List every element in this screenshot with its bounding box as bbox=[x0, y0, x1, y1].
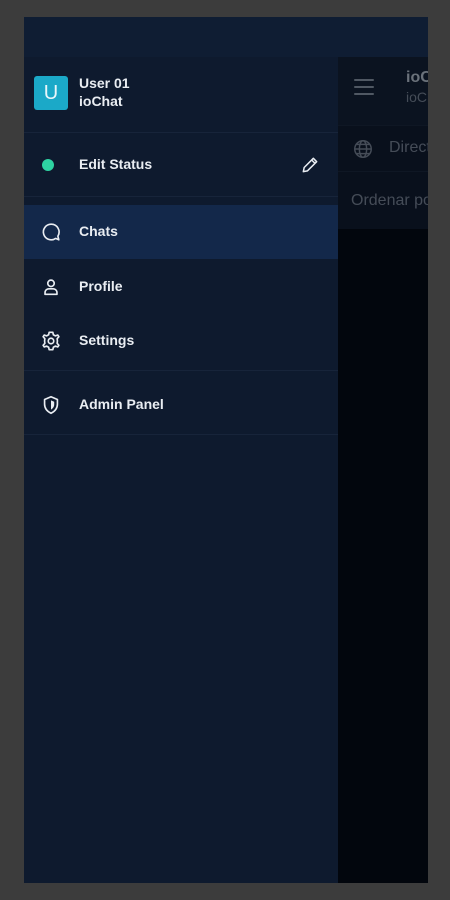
nav-label-profile: Profile bbox=[79, 278, 123, 294]
person-icon bbox=[44, 279, 58, 296]
nav-item-admin-panel[interactable]: Admin Panel bbox=[24, 378, 338, 432]
shield-icon bbox=[43, 395, 59, 415]
app-name: ioChat bbox=[79, 93, 123, 109]
navigation-drawer: U User 01 ioChat Edit Status Chats Profi… bbox=[24, 57, 338, 883]
nav-label-chats: Chats bbox=[79, 223, 118, 239]
nav-label-settings: Settings bbox=[79, 332, 135, 348]
pencil-icon[interactable] bbox=[300, 155, 320, 175]
nav-item-settings[interactable]: Settings bbox=[24, 314, 338, 368]
avatar[interactable]: U bbox=[34, 76, 68, 110]
nav-divider bbox=[24, 370, 338, 371]
online-status-dot bbox=[42, 159, 54, 171]
nav-label-admin-panel: Admin Panel bbox=[79, 396, 164, 412]
edit-status-label: Edit Status bbox=[79, 156, 153, 172]
nav-item-profile[interactable]: Profile bbox=[24, 260, 338, 314]
drawer-header[interactable]: U User 01 ioChat bbox=[24, 57, 338, 133]
edit-status-row[interactable]: Edit Status bbox=[24, 133, 338, 197]
chat-bubble-icon bbox=[42, 223, 60, 241]
nav-item-chats[interactable]: Chats bbox=[24, 205, 338, 259]
username: User 01 bbox=[79, 75, 130, 91]
status-bar bbox=[24, 17, 428, 57]
phone-screen: ioChat ioChat Directory Ordenar por U Us… bbox=[24, 17, 428, 883]
admin-divider bbox=[24, 434, 338, 435]
gear-icon bbox=[42, 331, 60, 351]
